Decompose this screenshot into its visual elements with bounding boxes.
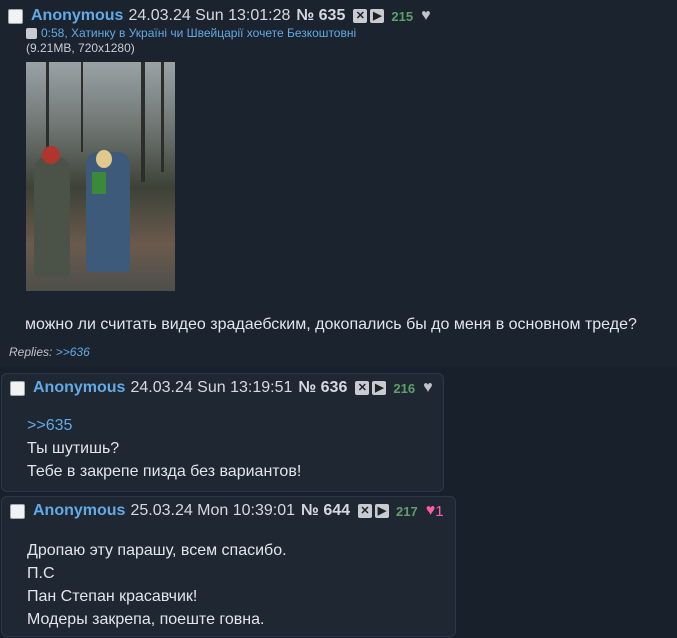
poster-name: Anonymous <box>33 502 126 519</box>
post-message: можно ли считать видео зрадаебским, доко… <box>25 316 637 333</box>
post-date: 24.03.24 Sun 13:19:51 <box>130 379 293 396</box>
post-message: >>635 Ты шутишь? Тебе в закрепе пизда бе… <box>27 414 301 483</box>
poster-name: Anonymous <box>31 7 124 24</box>
file-meta: (9.21MB, 720x1280) <box>26 41 135 55</box>
hide-post-icon[interactable]: ✕ <box>355 381 370 395</box>
replies: Replies: >>636 <box>9 345 90 359</box>
post-count: 216 <box>393 380 416 396</box>
play-icon[interactable]: ▶ <box>370 9 385 23</box>
post-date: 24.03.24 Sun 13:01:28 <box>128 7 291 24</box>
post-header: Anonymous 24.03.24 Sun 13:01:28 № 635 ✕ … <box>8 6 431 26</box>
post-select-checkbox[interactable] <box>10 380 25 396</box>
post-number[interactable]: № 636 <box>298 379 347 397</box>
file-link[interactable]: 0:58, Хатинку в Україні чи Швейцарії хоч… <box>41 26 356 40</box>
post-635: Anonymous 24.03.24 Sun 13:01:28 № 635 ✕ … <box>0 0 677 367</box>
post-date: 25.03.24 Mon 10:39:01 <box>130 502 296 519</box>
quote-link-635[interactable]: >>635 <box>27 414 301 437</box>
heart-icon[interactable]: ♥ <box>421 7 431 25</box>
post-636: Anonymous 24.03.24 Sun 13:19:51 № 636 ✕ … <box>1 373 444 492</box>
post-select-checkbox[interactable] <box>8 8 23 24</box>
file-link-row[interactable]: 0:58, Хатинку в Україні чи Швейцарії хоч… <box>26 26 356 40</box>
post-count: 217 <box>396 503 418 519</box>
play-icon[interactable]: ▶ <box>375 504 390 518</box>
video-thumbnail[interactable] <box>26 62 175 291</box>
hide-post-icon[interactable]: ✕ <box>353 9 368 23</box>
play-icon[interactable]: ▶ <box>372 381 387 395</box>
reply-link-636[interactable]: >>636 <box>56 345 90 359</box>
post-message: Дропаю эту парашу, всем спасибо. П.С Пан… <box>27 542 287 628</box>
post-644: Anonymous 25.03.24 Mon 10:39:01 № 644 ✕ … <box>1 496 456 637</box>
poster-name: Anonymous <box>33 379 126 396</box>
heart-icon[interactable]: ♥ <box>426 502 436 520</box>
heart-icon[interactable]: ♥ <box>423 379 433 397</box>
magnifier-icon[interactable] <box>26 27 37 39</box>
post-number[interactable]: № 635 <box>296 7 345 25</box>
post-header: Anonymous 25.03.24 Mon 10:39:01 № 644 ✕ … <box>10 501 444 521</box>
post-number[interactable]: № 644 <box>301 502 350 520</box>
like-count: 1 <box>435 502 444 520</box>
post-select-checkbox[interactable] <box>10 503 25 519</box>
post-count: 215 <box>391 8 414 24</box>
post-header: Anonymous 24.03.24 Sun 13:19:51 № 636 ✕ … <box>10 378 433 398</box>
hide-post-icon[interactable]: ✕ <box>358 504 373 518</box>
